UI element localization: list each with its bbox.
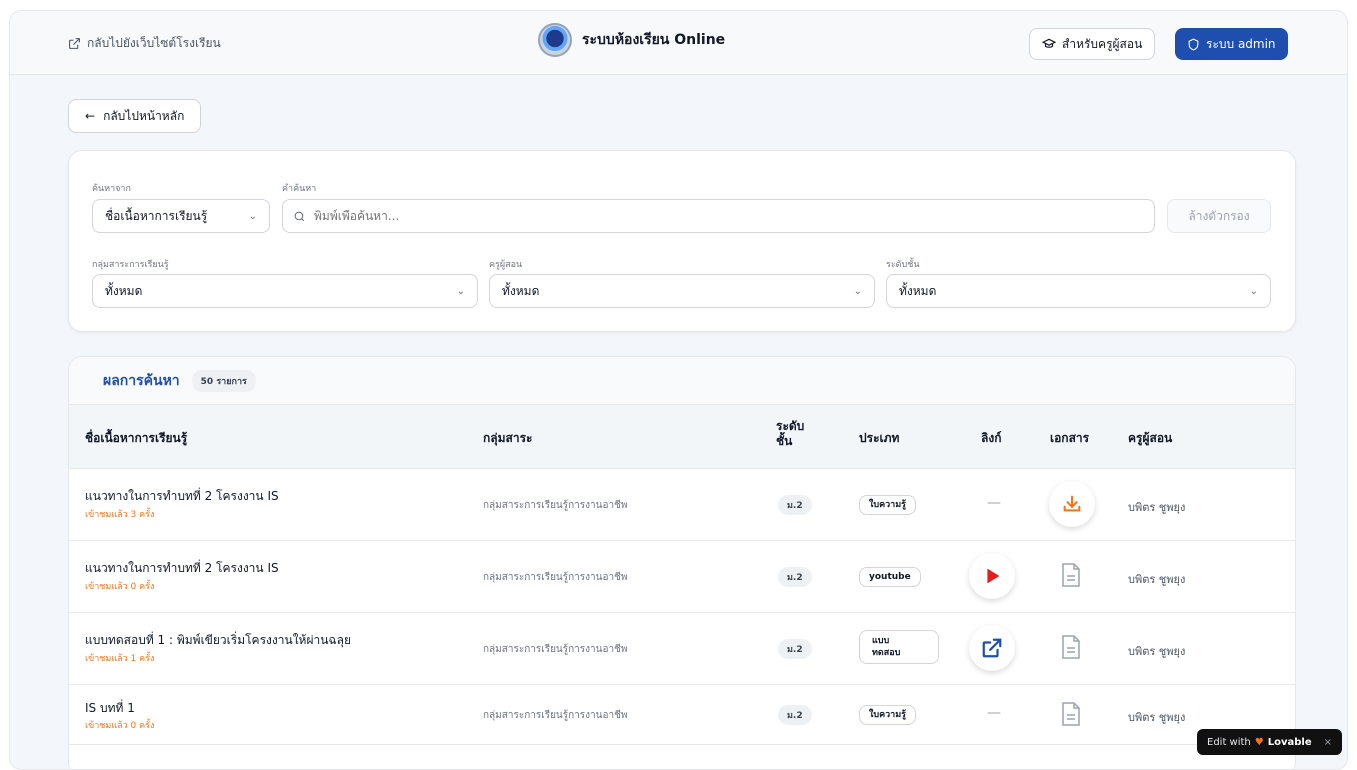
table-header: ชื่อเนื้อหาการเรียนรู้ กลุ่มสาระ ระดับ ชั… [69, 405, 1295, 469]
chevron-down-icon: ⌄ [456, 285, 465, 297]
document-icon [1062, 563, 1080, 587]
row-type-line-1: แบบ [872, 636, 890, 646]
external-link-icon [69, 38, 80, 49]
row-type-badge: ใบความรู้ [859, 705, 917, 725]
col-level-line-1: ระดับ [776, 419, 805, 433]
col-subject[interactable]: กลุ่มสาระ [483, 429, 532, 448]
col-name[interactable]: ชื่อเนื้อหาการเรียนรู้ [85, 429, 187, 448]
subject-filter-label: กลุ่มสาระการเรียนรู้ [92, 260, 169, 270]
back-to-school-site-label: กลับไปยังเว็บไซต์โรงเรียน [87, 36, 221, 50]
badge-prefix: Edit with [1207, 736, 1251, 748]
row-type-badge: ใบความรู้ [859, 495, 917, 515]
external-link-icon [982, 638, 1002, 658]
back-to-home-button[interactable]: ← กลับไปหน้าหลัก [68, 99, 202, 133]
search-from-value: ชื่อเนื้อหาการเรียนรู้ [105, 208, 208, 223]
admin-button[interactable]: ระบบ admin [1175, 28, 1288, 60]
brand: ระบบห้องเรียน Online [538, 23, 725, 57]
row-no-link: — [987, 705, 1001, 721]
for-teachers-button[interactable]: สำหรับครูผู้สอน [1029, 28, 1156, 60]
level-filter-label: ระดับชั้น [886, 260, 920, 270]
row-teacher: บพิตร ชูพยุง [1128, 573, 1186, 586]
search-icon [294, 211, 305, 221]
chevron-down-icon: ⌄ [1249, 285, 1258, 297]
search-from-select[interactable]: ชื่อเนื้อหาการเรียนรู้ ⌄ [92, 199, 270, 233]
youtube-link-button[interactable] [969, 553, 1015, 599]
row-type-badge: แบบทดสอบ [859, 630, 939, 664]
col-level-line-2: ชั้น [776, 434, 793, 448]
external-link-button[interactable] [969, 625, 1015, 671]
teacher-filter-select[interactable]: ทั้งหมด ⌄ [489, 274, 875, 308]
back-to-school-site-link[interactable]: กลับไปยังเว็บไซต์โรงเรียน [68, 34, 221, 53]
row-subject: กลุ่มสาระการเรียนรู้การงานอาชีพ [483, 500, 628, 511]
chevron-down-icon: ⌄ [248, 210, 257, 222]
level-filter-select[interactable]: ทั้งหมด ⌄ [886, 274, 1271, 308]
row-teacher: บพิตร ชูพยุง [1128, 645, 1186, 658]
row-type-badge: youtube [859, 567, 921, 587]
search-box[interactable] [282, 199, 1155, 233]
filter-card: ค้นหาจาก ชื่อเนื้อหาการเรียนรู้ ⌄ คำค้นห… [68, 150, 1296, 332]
shield-icon [1188, 37, 1199, 50]
row-views: เข้าชมแล้ว 0 ครั้ง [85, 582, 155, 592]
col-link[interactable]: ลิงก์ [981, 429, 1001, 448]
row-level-badge: ม.2 [778, 567, 812, 587]
arrow-left-icon: ← [85, 109, 96, 123]
level-filter-value: ทั้งหมด [899, 283, 937, 298]
download-icon [1063, 495, 1081, 512]
teacher-filter-label: ครูผู้สอน [489, 260, 523, 270]
admin-label: ระบบ admin [1206, 36, 1276, 51]
search-input[interactable] [314, 209, 1114, 223]
chevron-down-icon: ⌄ [853, 285, 862, 297]
subject-filter-select[interactable]: ทั้งหมด ⌄ [92, 274, 478, 308]
brand-title: ระบบห้องเรียน Online [582, 32, 726, 48]
row-level-badge: ม.2 [778, 639, 812, 659]
col-teacher[interactable]: ครูผู้สอน [1128, 429, 1172, 448]
results-header: ผลการค้นหา 50 รายการ [69, 357, 1295, 405]
table-row: แนวทางในการทำบทที่ 2 โครงงาน IS เข้าชมแล… [69, 541, 1295, 613]
row-level-badge: ม.2 [778, 495, 812, 515]
badge-brand: Lovable [1267, 736, 1312, 748]
row-teacher: บพิตร ชูพยุง [1128, 501, 1186, 514]
row-views: เข้าชมแล้ว 0 ครั้ง [85, 721, 155, 731]
row-no-link: — [987, 495, 1001, 511]
edit-with-lovable-badge[interactable]: Edit with ♥ Lovable × [1197, 729, 1342, 755]
row-level-badge: ม.2 [778, 705, 812, 725]
heart-icon: ♥ [1254, 736, 1264, 748]
top-bar: กลับไปยังเว็บไซต์โรงเรียน ระบบห้องเรียน … [10, 11, 1347, 75]
row-title[interactable]: แบบทดสอบที่ 1 : พิมพ์เขียวเริ่มโครงงานให… [85, 631, 351, 650]
row-subject: กลุ่มสาระการเรียนรู้การงานอาชีพ [483, 644, 628, 655]
play-icon [987, 568, 1000, 584]
row-views: เข้าชมแล้ว 3 ครั้ง [85, 510, 155, 520]
row-subject: กลุ่มสาระการเรียนรู้การงานอาชีพ [483, 710, 628, 721]
row-type-line-2: ทดสอบ [872, 648, 901, 658]
teacher-filter-value: ทั้งหมด [502, 283, 540, 298]
subject-filter-value: ทั้งหมด [105, 283, 143, 298]
table-row: แนวทางในการทำบทที่ 2 โครงงาน IS เข้าชมแล… [69, 469, 1295, 541]
row-title[interactable]: แนวทางในการทำบทที่ 2 โครงงาน IS [85, 559, 279, 578]
row-views: เข้าชมแล้ว 1 ครั้ง [85, 654, 155, 664]
document-icon [1062, 635, 1080, 659]
school-logo [538, 23, 572, 57]
row-subject: กลุ่มสาระการเรียนรู้การงานอาชีพ [483, 572, 628, 583]
table-row: แบบทดสอบที่ 1 : พิมพ์เขียวเริ่มโครงงานให… [69, 613, 1295, 685]
document-icon [1062, 702, 1080, 726]
col-type[interactable]: ประเภท [859, 429, 899, 448]
results-card: ผลการค้นหา 50 รายการ ชื่อเนื้อหาการเรียน… [68, 356, 1296, 769]
for-teachers-label: สำหรับครูผู้สอน [1062, 36, 1143, 51]
download-button[interactable] [1049, 481, 1095, 527]
col-level[interactable]: ระดับ ชั้น [776, 419, 804, 449]
clear-filters-button[interactable]: ล้างตัวกรอง [1167, 199, 1271, 233]
app-window: กลับไปยังเว็บไซต์โรงเรียน ระบบห้องเรียน … [9, 10, 1348, 770]
row-teacher: บพิตร ชูพยุง [1128, 711, 1186, 724]
row-title[interactable]: IS บทที่ 1 [85, 699, 135, 718]
col-doc[interactable]: เอกสาร [1050, 429, 1089, 448]
back-to-home-label: กลับไปหน้าหลัก [103, 108, 185, 123]
results-title: ผลการค้นหา [103, 372, 180, 389]
search-from-label: ค้นหาจาก [92, 184, 131, 194]
graduation-cap-icon [1042, 38, 1056, 48]
table-row: IS บทที่ 1 เข้าชมแล้ว 0 ครั้ง กลุ่มสาระก… [69, 685, 1295, 745]
keyword-label: คำค้นหา [282, 184, 317, 194]
row-title[interactable]: แนวทางในการทำบทที่ 2 โครงงาน IS [85, 487, 279, 506]
close-icon[interactable]: × [1324, 737, 1332, 748]
results-count-badge: 50 รายการ [191, 369, 256, 392]
